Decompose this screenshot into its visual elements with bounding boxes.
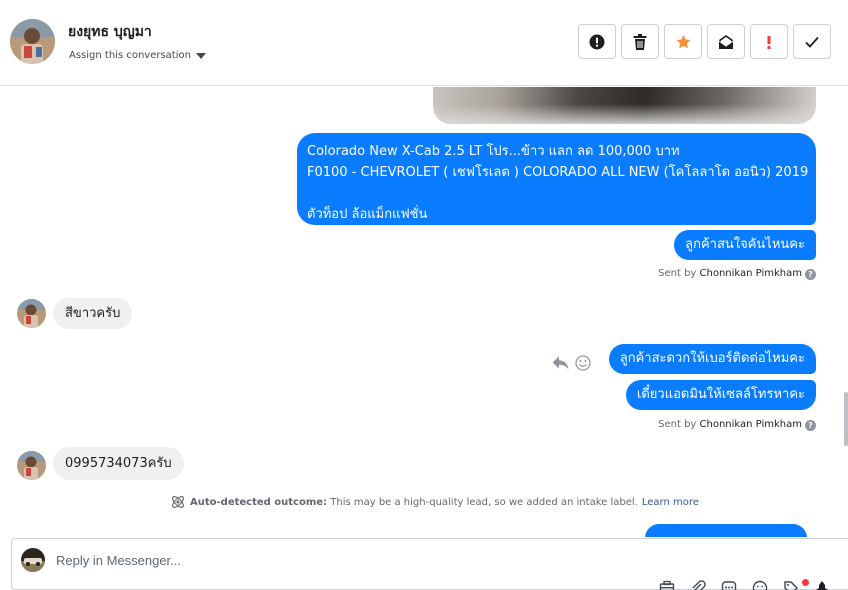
chat-icon[interactable] — [720, 580, 738, 590]
exclamation-icon — [767, 35, 771, 49]
message-line: Colorado New X-Cab 2.5 LT โปร...ข้าว แลก… — [307, 144, 680, 159]
atom-icon — [172, 496, 184, 508]
message-line: F0100 - CHEVROLET ( เชฟโรเลต ) COLORADO … — [307, 165, 809, 180]
caret-down-icon — [195, 52, 206, 59]
mark-done-button[interactable] — [793, 24, 831, 59]
message-line — [307, 184, 806, 205]
outcome-text: This may be a high-quality lead, so we a… — [327, 496, 638, 508]
car-photo-attachment[interactable] — [433, 87, 816, 124]
contact-avatar-small — [17, 451, 46, 480]
pin-icon[interactable] — [813, 580, 831, 590]
contact-name: ยงยุทธ บุญมา — [68, 24, 152, 40]
message-bubble-outgoing[interactable]: ลูกค้าสะดวกให้เบอร์ติดต่อไหมคะ — [608, 344, 816, 374]
trash-icon — [633, 33, 647, 50]
tag-icon[interactable] — [782, 580, 800, 590]
message-bubble-outgoing[interactable]: เดี๋ยวแอดมินให้เซลล์โทรหาคะ — [625, 380, 816, 410]
assign-label: Assign this conversation — [69, 50, 191, 61]
help-icon[interactable]: ? — [805, 420, 816, 431]
emoji-icon[interactable] — [751, 580, 769, 590]
reply-icon[interactable] — [552, 356, 569, 370]
star-icon — [676, 34, 690, 48]
outcome-label: Auto-detected outcome: — [190, 496, 328, 508]
conversation-actions — [578, 24, 831, 59]
sent-by-label: Sent by Chonnikan Pimkham — [658, 268, 802, 279]
checkmark-icon — [805, 36, 819, 48]
message-hover-actions — [552, 355, 591, 371]
star-button[interactable] — [664, 24, 702, 59]
sender-name: Chonnikan Pimkham — [699, 419, 802, 430]
message-bubble-outgoing[interactable]: ลูกค้าสนใจคันไหนคะ — [674, 230, 816, 260]
auto-detected-outcome-notice: Auto-detected outcome: This may be a hig… — [170, 494, 699, 510]
attachment-icon[interactable] — [689, 580, 707, 590]
envelope-icon — [718, 34, 734, 49]
saved-reply-icon[interactable] — [658, 580, 676, 590]
sent-by-prefix: Sent by — [658, 419, 700, 430]
sender-name: Chonnikan Pimkham — [699, 268, 802, 279]
contact-avatar-small — [17, 299, 46, 328]
page-avatar — [21, 548, 45, 572]
contact-avatar[interactable] — [10, 19, 55, 64]
sent-by-prefix: Sent by — [658, 268, 700, 279]
react-emoji-icon[interactable] — [575, 355, 591, 371]
message-bubble-incoming[interactable]: 0995734073ครับ — [53, 447, 184, 480]
delete-button[interactable] — [621, 24, 659, 59]
learn-more-link[interactable]: Learn more — [642, 497, 699, 508]
message-bubble-outgoing[interactable] — [645, 524, 807, 537]
reply-composer — [11, 538, 848, 590]
sent-by-label: Sent by Chonnikan Pimkham — [658, 419, 802, 430]
mark-unread-button[interactable] — [707, 24, 745, 59]
notification-dot — [802, 579, 809, 586]
message-bubble-outgoing[interactable]: Colorado New X-Cab 2.5 LT โปร...ข้าว แลก… — [297, 133, 816, 225]
message-line: ตัวท็อป ล้อแม็กแฟชั่น — [307, 207, 428, 222]
follow-up-button[interactable] — [750, 24, 788, 59]
reply-input[interactable] — [56, 549, 656, 571]
message-bubble-incoming[interactable]: สีขาวครับ — [53, 298, 133, 329]
help-icon[interactable]: ? — [805, 269, 816, 280]
alert-circle-icon — [589, 34, 605, 49]
conversation-header: ยงยุทธ บุญมา Assign this conversation — [0, 0, 848, 86]
spam-button[interactable] — [578, 24, 616, 59]
scrollbar[interactable] — [844, 392, 848, 446]
message-thread: Colorado New X-Cab 2.5 LT โปร...ข้าว แลก… — [0, 87, 848, 537]
assign-conversation-dropdown[interactable]: Assign this conversation — [69, 50, 206, 61]
